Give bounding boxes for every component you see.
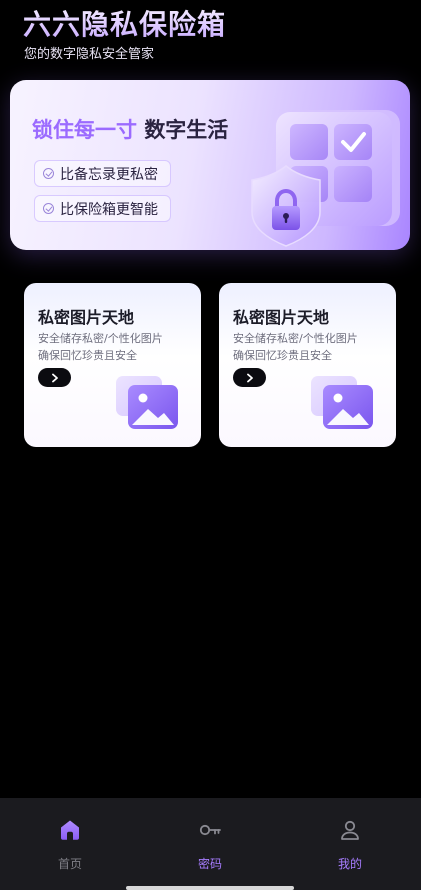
feature-pill-private: 比备忘录更私密 bbox=[34, 160, 171, 187]
chevron-right-icon bbox=[246, 373, 253, 382]
photo-gallery-icon bbox=[116, 376, 178, 429]
card-description-line2: 确保回忆珍贵且安全 bbox=[38, 349, 137, 362]
home-indicator bbox=[126, 886, 294, 890]
feature-pill-smart: 比保险箱更智能 bbox=[34, 195, 171, 222]
tab-mine-label: 我的 bbox=[337, 857, 362, 871]
hero-headline-main: 数字生活 bbox=[144, 118, 229, 142]
hero-headline: 锁住每一寸 数字生活 bbox=[32, 114, 228, 144]
photo-gallery-icon bbox=[311, 376, 373, 429]
app-title: 六六隐私保险箱 bbox=[23, 8, 227, 41]
hero-headline-accent: 锁住每一寸 bbox=[32, 118, 137, 142]
feature-pill-label: 比备忘录更私密 bbox=[60, 166, 158, 183]
feature-pill-label: 比保险箱更智能 bbox=[60, 201, 158, 218]
tab-home[interactable]: 首页 bbox=[30, 818, 110, 871]
private-photos-card[interactable]: 私密图片天地 安全储存私密/个性化图片 确保回忆珍贵且安全 bbox=[24, 283, 201, 447]
tab-password-label: 密码 bbox=[197, 857, 222, 871]
key-icon bbox=[199, 824, 221, 836]
hero-banner[interactable]: 锁住每一寸 数字生活 比备忘录更私密 比保险箱更智能 bbox=[10, 80, 410, 250]
card-open-button[interactable] bbox=[233, 368, 266, 387]
card-description-line1: 安全储存私密/个性化图片 bbox=[38, 332, 163, 345]
card-description-line1: 安全储存私密/个性化图片 bbox=[233, 332, 358, 345]
card-title: 私密图片天地 bbox=[38, 308, 135, 327]
private-photos-card[interactable]: 私密图片天地 安全储存私密/个性化图片 确保回忆珍贵且安全 bbox=[219, 283, 396, 447]
card-title: 私密图片天地 bbox=[233, 308, 330, 327]
home-icon bbox=[61, 820, 79, 840]
user-icon bbox=[341, 820, 359, 840]
check-circle-icon bbox=[43, 168, 54, 179]
check-circle-icon bbox=[43, 203, 54, 214]
card-description-line2: 确保回忆珍贵且安全 bbox=[233, 349, 332, 362]
shield-lock-vault-icon bbox=[251, 110, 400, 247]
card-open-button[interactable] bbox=[38, 368, 71, 387]
tab-home-label: 首页 bbox=[57, 857, 82, 871]
tab-mine[interactable]: 我的 bbox=[310, 818, 390, 871]
tab-password[interactable]: 密码 bbox=[170, 818, 250, 871]
app-subtitle: 您的数字隐私安全管家 bbox=[24, 47, 155, 62]
bottom-tab-bar: 首页 密码 我的 bbox=[0, 798, 421, 890]
chevron-right-icon bbox=[51, 373, 58, 382]
